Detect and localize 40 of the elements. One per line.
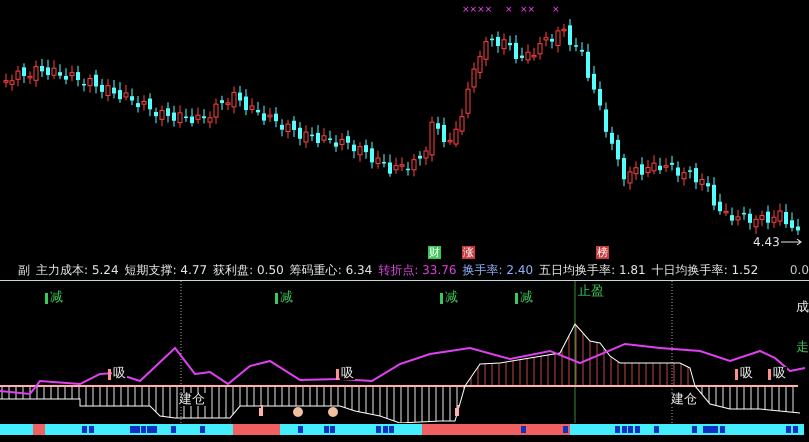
- low-price-label: 4.43: [753, 236, 780, 248]
- signal-label: 走: [795, 341, 809, 354]
- indicator-value: 十日均换手率: 1.52: [652, 262, 758, 278]
- indicator-value: 副: [18, 262, 30, 278]
- signal-label: 成: [795, 301, 809, 314]
- bar-marker-icon: [768, 369, 771, 380]
- signal-mark: ××××: [462, 6, 492, 15]
- indicator-value: 换手率: 2.40: [462, 262, 534, 278]
- scale-value: 0.0: [790, 263, 809, 277]
- signal-mark: ××: [520, 6, 536, 15]
- indicator-value: 短期支撑: 4.77: [124, 262, 208, 278]
- event-tag: 榜: [596, 246, 609, 259]
- bar-marker-icon: [108, 369, 111, 380]
- signal-label: 建仓: [670, 393, 698, 406]
- arrow-icon: [781, 238, 803, 246]
- signal-label: 吸: [772, 367, 787, 380]
- indicator-value: 主力成本: 5.24: [36, 262, 119, 278]
- indicator-value: 转折点: 33.76: [378, 262, 457, 278]
- signal-mark: ×: [552, 6, 560, 15]
- bar-marker-icon: [275, 293, 278, 304]
- bar-marker-icon: [45, 293, 48, 304]
- signal-label: 止盈: [577, 285, 605, 298]
- event-tag: 涨: [462, 246, 475, 259]
- signal-label: 吸: [340, 367, 355, 380]
- indicator-value: 获利盘: 0.50: [213, 262, 284, 278]
- indicator-value: 五日均换手率: 1.81: [539, 262, 646, 278]
- signal-label: 减: [444, 291, 459, 304]
- bar-marker-icon: [440, 293, 443, 304]
- event-tag: 财: [428, 246, 441, 259]
- bar-marker-icon: [336, 369, 339, 380]
- signal-label: 建仓: [178, 393, 206, 406]
- signal-label: 吸: [112, 367, 127, 380]
- signal-label: 吸: [739, 367, 754, 380]
- signal-mark: ×: [505, 6, 513, 15]
- signal-label: 减: [49, 291, 64, 304]
- signal-label: 减: [279, 291, 294, 304]
- signal-label: 减: [519, 291, 534, 304]
- bar-marker-icon: [515, 293, 518, 304]
- indicator-value: 筹码重心: 6.34: [290, 262, 372, 278]
- bar-marker-icon: [735, 369, 738, 380]
